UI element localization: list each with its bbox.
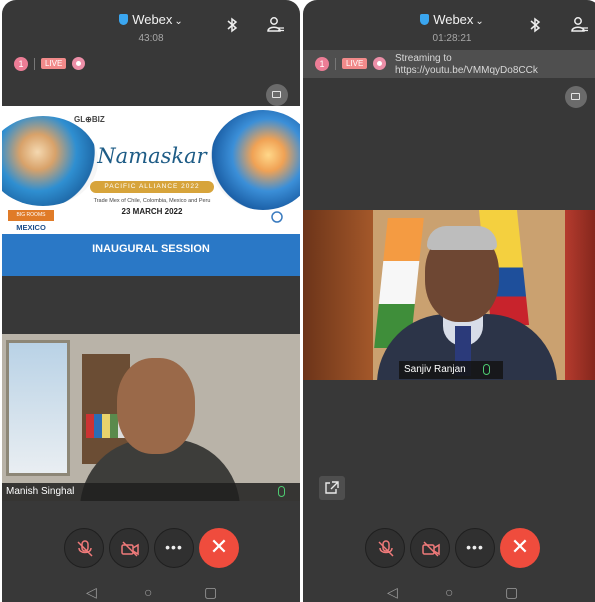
divider [335,57,336,70]
participant-count-badge: 1 [14,56,28,71]
record-icon [72,57,86,71]
chevron-down-icon: ⌄ [475,16,484,27]
call-controls: ••• ✕ [303,528,595,570]
app-title: Webex [132,12,173,27]
call-timer: 01:28:21 [432,33,472,44]
slide-left-artwork [2,116,98,206]
slide-right-artwork [210,110,300,210]
participant-head [117,358,195,454]
webex-shield-icon [119,14,129,25]
video-off-icon [121,541,139,557]
video-toggle-button[interactable] [410,528,450,568]
call-timer: 43:08 [138,33,164,44]
call-header: Webex ⌄ 43:08 [2,0,300,48]
shared-content-slide: GL⊕BIZ Namaskar PACIFIC ALLIANCE 2022 Tr… [2,106,300,276]
slide-country-tag: BIG ROOMS [8,210,54,221]
slide-subline: Trade Mex of Chile, Colombia, Mexico and… [93,198,211,204]
divider [34,57,35,70]
more-options-button[interactable]: ••• [154,528,194,568]
participant-nameplate: Manish Singhal [2,483,300,501]
mute-button[interactable] [365,528,405,568]
participants-icon[interactable] [571,16,589,34]
participant-video-manish[interactable]: Manish Singhal [2,334,300,501]
background-curtain-right [565,210,595,380]
mute-button[interactable] [64,528,104,568]
session-banner: INAUGURAL SESSION [2,234,300,276]
nav-back-icon[interactable]: ◁ [86,584,97,600]
share-screen-icon [325,481,339,494]
layout-toggle-icon [571,93,580,100]
participant-video-sanjiv[interactable]: Sanjiv Ranjan [303,210,595,380]
layout-toggle-button[interactable] [565,86,587,108]
status-row: 1 LIVE [315,55,387,75]
participant-name: Manish Singhal [6,486,75,497]
video-toggle-button[interactable] [109,528,149,568]
nav-recents-icon[interactable]: ▢ [204,584,217,600]
call-controls: ••• ✕ [2,528,300,570]
background-curtain [303,210,373,380]
more-options-button[interactable]: ••• [455,528,495,568]
mic-active-icon [483,364,490,375]
streaming-url-text[interactable]: Streaming to https://youtu.be/VMMqyDo8CC… [395,53,555,77]
record-icon [373,57,387,71]
nav-back-icon[interactable]: ◁ [387,584,398,600]
streaming-banner: 1 LIVE Streaming to https://youtu.be/VMMq… [303,50,595,78]
end-call-icon: ✕ [510,534,530,559]
background-window [6,340,70,476]
share-screen-button[interactable] [319,476,345,500]
left-phone-screen: Webex ⌄ 43:08 1 LIVE GL⊕BIZ Namaskar PACIF… [2,0,300,602]
mic-muted-icon [378,540,394,557]
live-badge: LIVE [41,58,67,70]
layout-toggle-button[interactable] [266,84,288,106]
live-badge: LIVE [342,58,368,70]
slide-date: 23 MARCH 2022 [121,207,183,216]
mic-active-icon [278,486,285,497]
partner-logo [262,210,292,230]
android-nav-bar: ◁ ○ ▢ [303,584,595,602]
participant-hair [427,226,497,250]
app-title-dropdown[interactable]: Webex ⌄ [2,12,300,27]
slide-logo: GL⊕BIZ [74,115,105,124]
chevron-down-icon: ⌄ [174,16,183,27]
app-title-dropdown[interactable]: Webex ⌄ [303,12,595,27]
call-header: Webex ⌄ 01:28:21 [303,0,595,48]
partner-logo-icon [271,211,283,223]
mic-muted-icon [77,540,93,557]
slide-country: MEXICO [16,223,46,232]
layout-toggle-icon [272,91,281,98]
nav-home-icon[interactable]: ○ [445,584,453,600]
webex-shield-icon [420,14,430,25]
nav-recents-icon[interactable]: ▢ [505,584,518,600]
android-nav-bar: ◁ ○ ▢ [2,584,300,602]
participant-name: Sanjiv Ranjan [404,364,466,375]
right-phone-screen: Webex ⌄ 01:28:21 1 LIVE Streaming to https… [303,0,595,602]
app-title: Webex [433,12,474,27]
end-call-button[interactable]: ✕ [500,528,540,568]
participant-nameplate: Sanjiv Ranjan [399,361,503,379]
participants-icon[interactable] [267,16,285,34]
participant-count-badge: 1 [315,56,329,71]
more-icon: ••• [165,539,183,555]
more-icon: ••• [466,539,484,555]
status-row: 1 LIVE [14,55,86,75]
end-call-icon: ✕ [209,534,229,559]
bluetooth-icon[interactable] [226,17,238,33]
slide-ribbon: PACIFIC ALLIANCE 2022 [90,181,214,193]
bluetooth-icon[interactable] [529,17,541,33]
slide-title: Namaskar [97,144,207,168]
nav-home-icon[interactable]: ○ [144,584,152,600]
video-off-icon [422,541,440,557]
end-call-button[interactable]: ✕ [199,528,239,568]
